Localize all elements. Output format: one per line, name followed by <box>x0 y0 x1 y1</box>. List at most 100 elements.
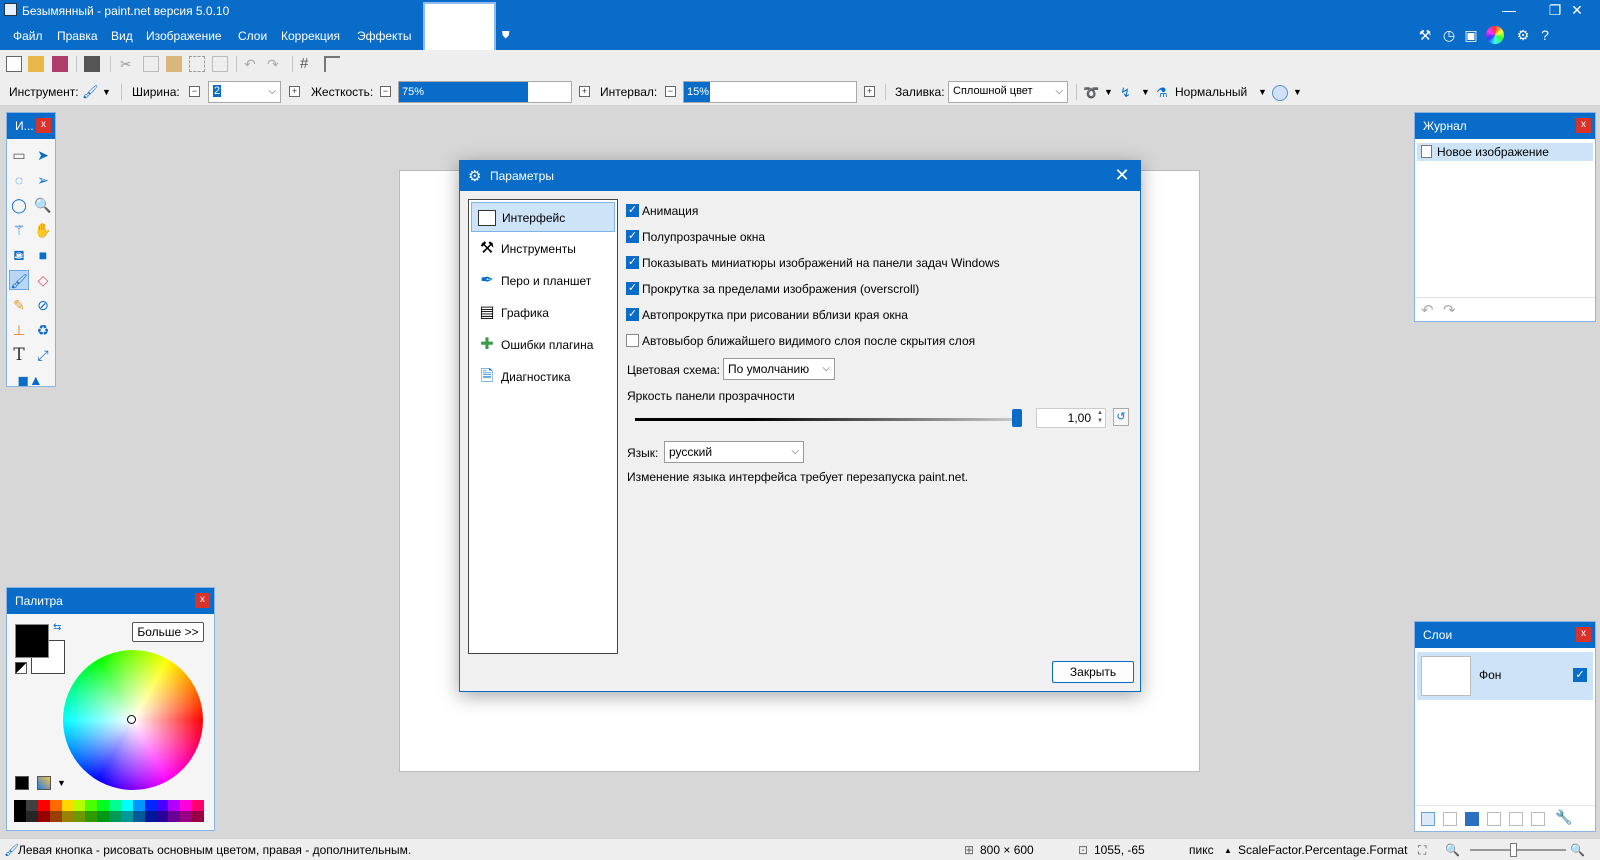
chevron-down-icon[interactable]: ⌵ <box>1055 86 1063 97</box>
add-layer-icon[interactable] <box>1421 812 1435 826</box>
undo-icon[interactable]: ↶ <box>1421 301 1434 319</box>
zoom-slider-thumb[interactable] <box>1510 843 1517 857</box>
width-input[interactable]: 2 ⌵ <box>208 81 281 103</box>
chevron-down-icon[interactable]: ⌵ <box>268 86 276 97</box>
ruler-icon[interactable] <box>324 56 340 72</box>
palette-select-icon[interactable] <box>37 776 51 790</box>
menu-edit[interactable]: Правка <box>57 29 98 43</box>
close-icon[interactable]: x <box>1576 118 1591 133</box>
palette-swatch[interactable] <box>109 800 121 811</box>
deselect-icon[interactable] <box>212 56 228 72</box>
nav-graphics[interactable]: ▤ Графика <box>471 298 615 328</box>
open-file-icon[interactable] <box>28 56 44 72</box>
duplicate-layer-icon[interactable] <box>1465 812 1479 826</box>
brightness-value-input[interactable]: 1,00 ▲ ▼ <box>1036 408 1106 428</box>
palette-swatch[interactable] <box>97 811 109 822</box>
settings-gear-icon[interactable]: ⚙ <box>1514 26 1532 44</box>
delete-layer-icon[interactable] <box>1443 812 1457 826</box>
ellipse-select-icon[interactable]: ◯ <box>9 195 29 215</box>
interval-increase-icon[interactable]: + <box>864 86 875 97</box>
blend-mode-value[interactable]: Нормальный <box>1175 85 1247 99</box>
grid-icon[interactable]: # <box>300 56 316 72</box>
paintbrush-icon[interactable]: 🖌 <box>82 84 99 100</box>
checkbox-box[interactable]: ✓ <box>626 308 639 321</box>
minimize-button[interactable]: — <box>1486 0 1532 22</box>
width-decrease-icon[interactable]: − <box>189 86 200 97</box>
selection-mode-icon[interactable] <box>1272 85 1288 101</box>
menu-adjustments[interactable]: Коррекция <box>281 29 340 43</box>
merge-layer-icon[interactable] <box>1487 812 1501 826</box>
checkbox-box[interactable]: ✓ <box>626 204 639 217</box>
more-colors-button[interactable]: Больше >> <box>132 622 204 642</box>
palette-menu-icon[interactable] <box>15 776 29 790</box>
new-file-icon[interactable] <box>6 56 22 72</box>
palette-swatch[interactable] <box>25 811 38 822</box>
redo-icon[interactable]: ↷ <box>1443 301 1456 319</box>
checkbox-box[interactable]: ✓ <box>626 282 639 295</box>
palette-swatch[interactable] <box>109 811 121 822</box>
history-toggle-icon[interactable]: ◷ <box>1440 26 1458 44</box>
palette-swatch[interactable] <box>73 800 86 811</box>
color-picker-icon[interactable]: ⊘ <box>33 295 53 315</box>
antialiasing-icon[interactable]: ➰ <box>1083 85 1099 101</box>
palette-swatch[interactable] <box>156 800 169 811</box>
zoom-slider[interactable] <box>1470 849 1566 851</box>
palette-swatch[interactable] <box>73 811 86 822</box>
interval-slider[interactable]: 15% <box>683 81 857 103</box>
recolor-icon[interactable]: ♻ <box>33 320 53 340</box>
layer-row[interactable]: Фон ✓ <box>1417 652 1593 700</box>
palette-swatch[interactable] <box>14 811 26 822</box>
close-icon[interactable]: x <box>1576 627 1591 642</box>
move-selected-icon[interactable]: ➤ <box>33 145 53 165</box>
nav-plugin-errors[interactable]: ✚ Ошибки плагина <box>471 330 615 360</box>
nav-interface[interactable]: Интерфейс <box>471 202 615 232</box>
palette-swatch[interactable] <box>144 811 157 822</box>
move-layer-down-icon[interactable] <box>1531 812 1545 826</box>
palette-swatch[interactable] <box>97 800 109 811</box>
gradient-icon[interactable]: ■ <box>33 245 53 265</box>
spinner-icon[interactable]: ▲ ▼ <box>1097 409 1103 425</box>
palette-swatch[interactable] <box>85 811 98 822</box>
chevron-up-icon[interactable]: ▲ <box>1224 846 1232 855</box>
layer-properties-icon[interactable]: 🔧 <box>1555 809 1572 826</box>
paintbrush-tool-icon[interactable]: 🖌 <box>9 270 29 290</box>
brightness-slider-thumb[interactable] <box>1012 409 1022 427</box>
language-select[interactable]: русский ⌵ <box>664 441 804 463</box>
interval-decrease-icon[interactable]: − <box>665 86 676 97</box>
palette-swatch[interactable] <box>144 800 157 811</box>
nav-tools[interactable]: ⚒ Инструменты <box>471 234 615 264</box>
palette-swatch[interactable] <box>132 811 145 822</box>
close-window-button[interactable]: ✕ <box>1554 0 1600 22</box>
paste-icon[interactable] <box>166 56 182 72</box>
menu-view[interactable]: Вид <box>111 29 133 43</box>
menu-layers[interactable]: Слои <box>238 29 267 43</box>
checkbox-box[interactable]: ✓ <box>626 334 639 347</box>
zoom-out-icon[interactable]: 🔍 <box>1445 843 1460 857</box>
thumbnail-dropdown-icon[interactable]: ⛊ <box>502 30 510 41</box>
clone-stamp-icon[interactable]: ⊥ <box>9 320 29 340</box>
nav-pen-tablet[interactable]: ✒ Перо и планшет <box>471 266 615 296</box>
move-selection-icon[interactable]: ➢ <box>33 170 53 190</box>
units-value[interactable]: пикс <box>1189 843 1214 857</box>
close-button[interactable]: Закрыть <box>1052 661 1134 683</box>
palette-swatch[interactable] <box>49 800 62 811</box>
tools-toggle-icon[interactable]: ⚒ <box>1416 26 1434 44</box>
width-increase-icon[interactable]: + <box>289 86 300 97</box>
checkbox-box[interactable]: ✓ <box>626 256 639 269</box>
crop-icon[interactable] <box>189 56 205 72</box>
hardness-increase-icon[interactable]: + <box>579 86 590 97</box>
curve-icon[interactable]: ↯ <box>1120 85 1136 101</box>
palette-swatch[interactable] <box>168 811 181 822</box>
palette-swatch[interactable] <box>61 800 74 811</box>
palette-swatch[interactable] <box>132 800 145 811</box>
menu-image[interactable]: Изображение <box>146 29 222 43</box>
zoom-fit-icon[interactable]: ⛶ <box>1418 843 1426 858</box>
copy-icon[interactable] <box>143 56 159 72</box>
hardness-decrease-icon[interactable]: − <box>380 86 391 97</box>
palette-swatch[interactable] <box>14 800 26 811</box>
shapes-icon[interactable]: ◼▲ <box>11 370 49 390</box>
history-item[interactable]: Новое изображение <box>1417 143 1593 161</box>
reset-colors-icon[interactable] <box>15 662 27 674</box>
pencil-icon[interactable]: ✎ <box>9 295 29 315</box>
print-icon[interactable] <box>84 56 100 72</box>
